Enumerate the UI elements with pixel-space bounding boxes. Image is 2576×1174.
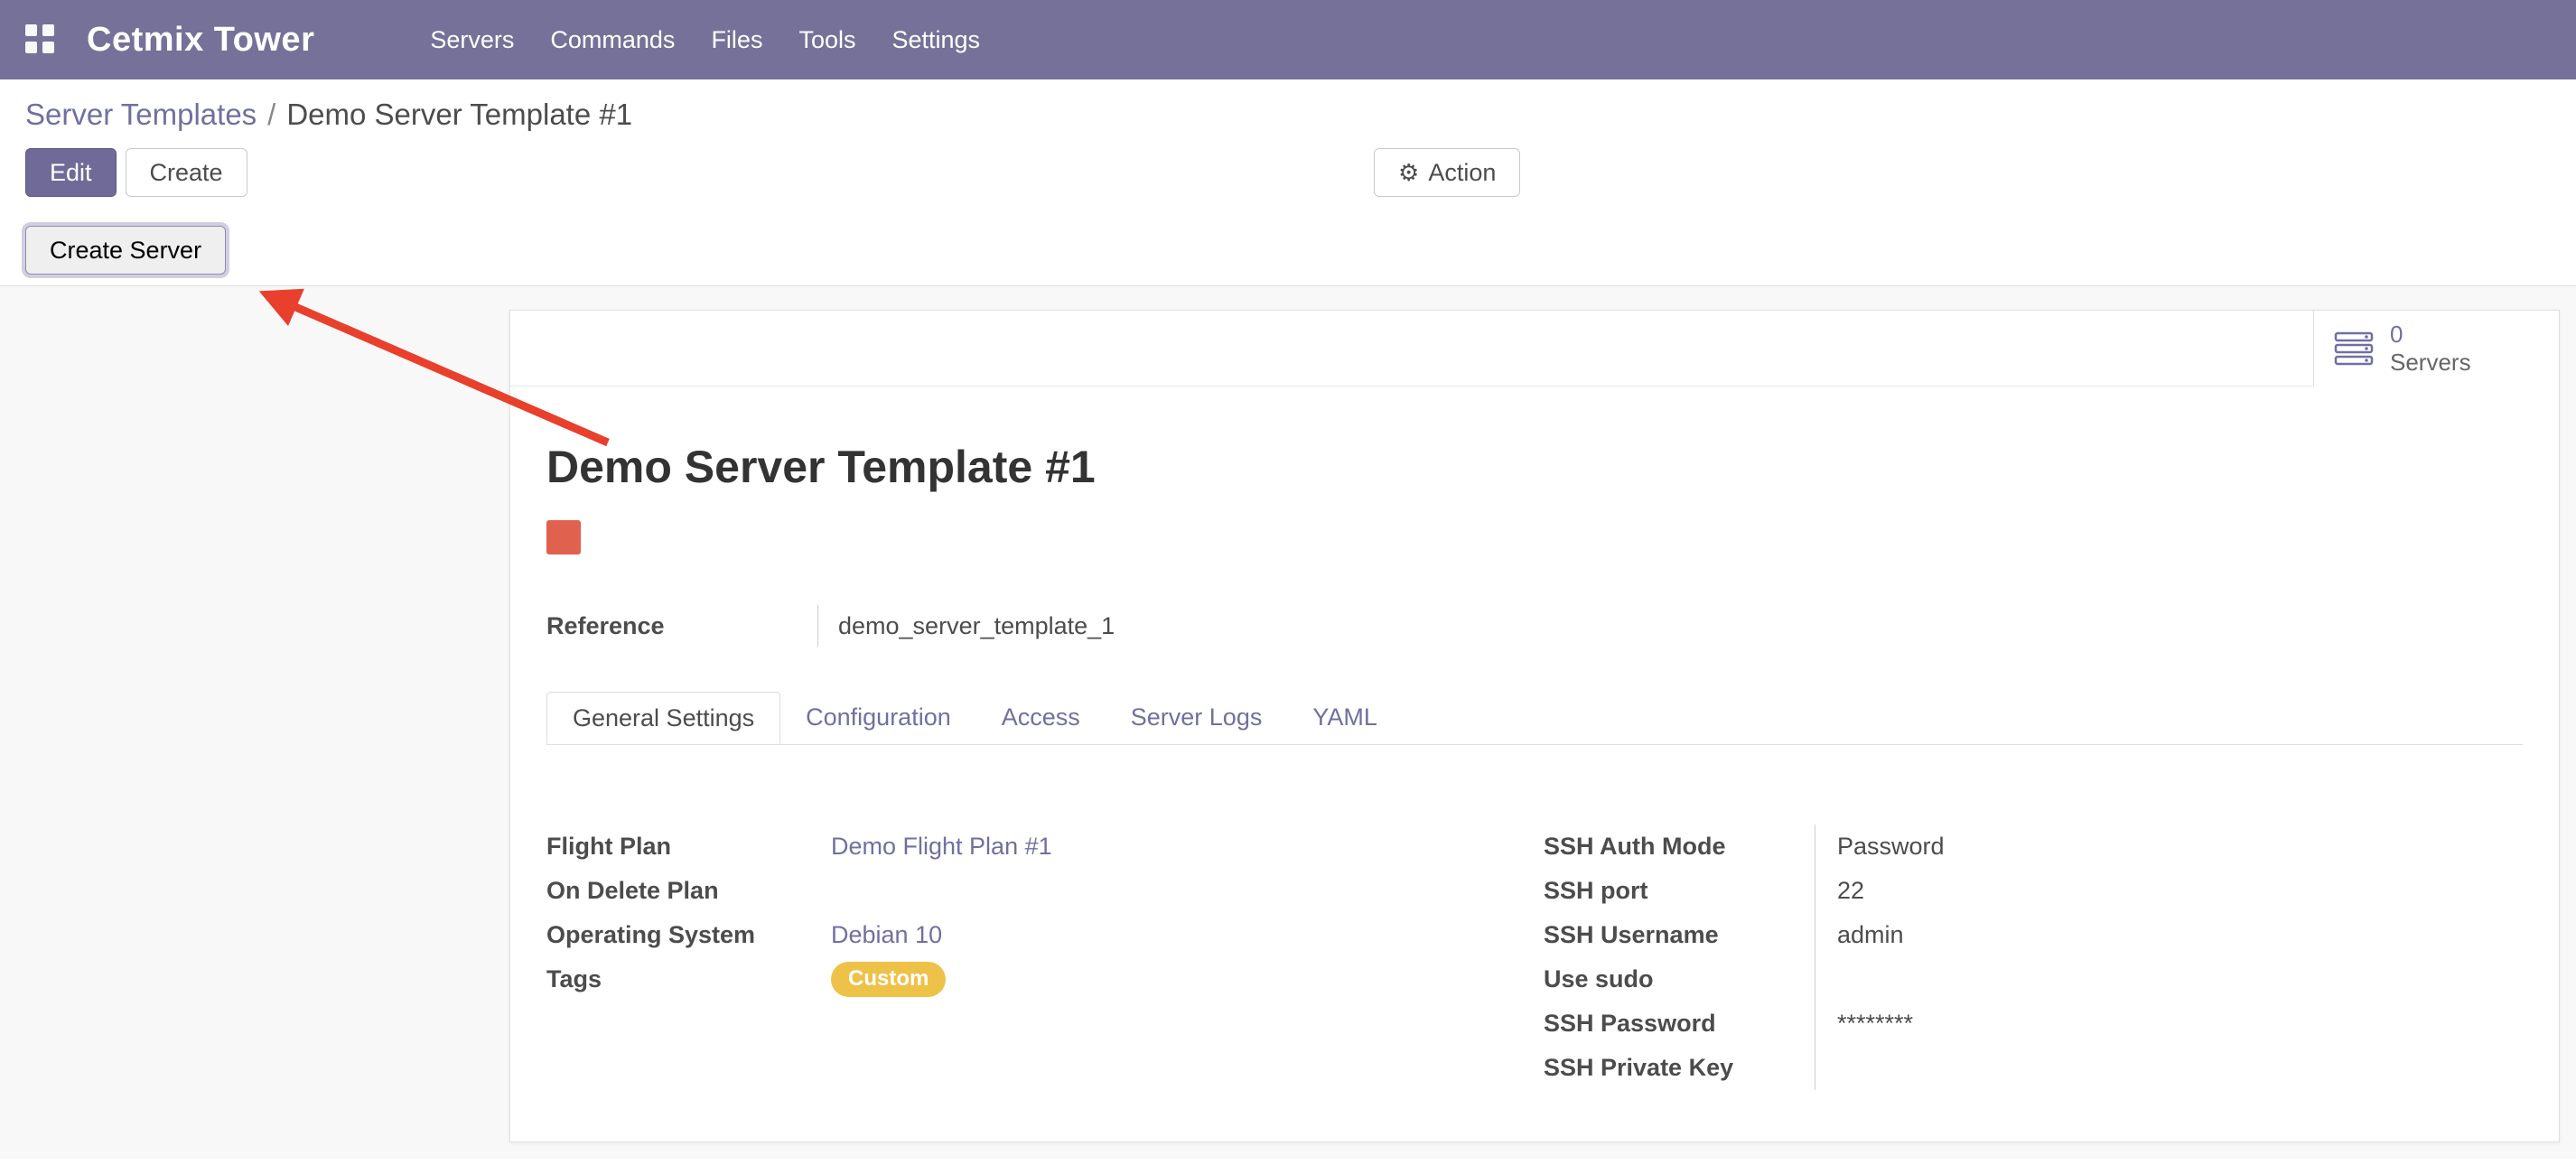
field-value-flight-plan[interactable]: Demo Flight Plan #1 [831,833,1052,861]
tab-general-settings[interactable]: General Settings [546,692,780,744]
record-title: Demo Server Template #1 [546,441,2523,493]
stat-label: Servers [2390,349,2471,377]
field-label-tags: Tags [546,957,831,1002]
color-swatch[interactable] [546,520,581,554]
field-label-use-sudo: Use sudo [1544,957,1815,1002]
field-groups: Flight Plan Demo Flight Plan #1 On Delet… [546,825,2523,1090]
menu-item-files[interactable]: Files [693,0,780,79]
field-row-ssh-auth-mode: SSH Auth Mode Password [1544,825,2523,869]
breadcrumb-separator: / [267,98,275,132]
field-row-ssh-private-key: SSH Private Key [1544,1046,2523,1090]
field-value-ssh-private-key[interactable] [1815,1046,2523,1090]
field-value-on-delete-plan[interactable] [831,869,1544,913]
field-group-right: SSH Auth Mode Password SSH port 22 SSH U… [1544,825,2523,1090]
create-server-button[interactable]: Create Server [25,226,226,275]
stat-value: 0 [2390,321,2471,349]
field-value-use-sudo[interactable] [1815,957,2523,1002]
field-value-ssh-port[interactable]: 22 [1815,869,2523,913]
field-label-flight-plan: Flight Plan [546,825,831,869]
apps-grid-icon[interactable] [25,24,56,55]
field-row-ssh-port: SSH port 22 [1544,869,2523,913]
sheet-body: Demo Server Template #1 Reference demo_s… [510,441,2559,1090]
tab-access[interactable]: Access [976,692,1106,744]
field-label-ssh-username: SSH Username [1544,913,1815,957]
action-button[interactable]: ⚙ Action [1374,148,1520,197]
form-sheet: 0 Servers Demo Server Template #1 Refere… [509,310,2560,1142]
object-actions-row: Create Server [25,226,2551,275]
field-row-flight-plan: Flight Plan Demo Flight Plan #1 [546,825,1544,869]
main-menu: Servers Commands Files Tools Settings [412,0,998,79]
tab-server-logs[interactable]: Server Logs [1106,692,1288,744]
tag-badge-custom[interactable]: Custom [831,962,946,997]
menu-item-servers[interactable]: Servers [412,0,532,79]
field-value-ssh-auth-mode[interactable]: Password [1815,825,2523,869]
field-row-ssh-password: SSH Password ******** [1544,1002,2523,1046]
top-navbar: Cetmix Tower Servers Commands Files Tool… [0,0,2576,79]
field-row-on-delete-plan: On Delete Plan [546,869,1544,913]
action-button-label: Action [1428,159,1496,187]
menu-item-commands[interactable]: Commands [532,0,693,79]
field-label-ssh-private-key: SSH Private Key [1544,1046,1815,1090]
field-row-tags: Tags Custom [546,957,1544,1002]
field-label-ssh-port: SSH port [1544,869,1815,913]
page: Cetmix Tower Servers Commands Files Tool… [0,0,2576,1174]
field-label-ssh-auth-mode: SSH Auth Mode [1544,825,1815,869]
edit-button[interactable]: Edit [25,148,117,197]
reference-field-value[interactable]: demo_server_template_1 [817,605,1115,647]
content-area: 0 Servers Demo Server Template #1 Refere… [0,286,2576,1159]
menu-item-settings[interactable]: Settings [873,0,998,79]
reference-field-row: Reference demo_server_template_1 [546,605,2523,647]
app-brand[interactable]: Cetmix Tower [87,21,314,60]
tab-configuration[interactable]: Configuration [780,692,976,744]
field-label-ssh-password: SSH Password [1544,1002,1815,1046]
stat-text: 0 Servers [2390,321,2471,377]
create-button[interactable]: Create [126,148,247,197]
field-label-operating-system: Operating System [546,913,831,957]
control-panel: Server Templates / Demo Server Template … [0,79,2576,286]
breadcrumb-current: Demo Server Template #1 [286,98,632,132]
button-box-strip: 0 Servers [510,311,2559,387]
reference-field-label: Reference [546,605,817,647]
gear-icon: ⚙ [1398,161,1419,184]
field-row-operating-system: Operating System Debian 10 [546,913,1544,957]
field-value-operating-system[interactable]: Debian 10 [831,921,942,949]
breadcrumb: Server Templates / Demo Server Template … [25,98,2551,132]
notebook-tabs: General Settings Configuration Access Se… [546,692,2523,745]
breadcrumb-parent-link[interactable]: Server Templates [25,98,257,132]
field-row-ssh-username: SSH Username admin [1544,913,2523,957]
menu-item-tools[interactable]: Tools [780,0,873,79]
field-value-ssh-password[interactable]: ******** [1815,1002,2523,1046]
servers-stat-button[interactable]: 0 Servers [2313,311,2559,387]
field-label-on-delete-plan: On Delete Plan [546,869,831,913]
servers-icon [2334,331,2375,367]
tab-yaml[interactable]: YAML [1287,692,1403,744]
field-group-left: Flight Plan Demo Flight Plan #1 On Delet… [546,825,1544,1090]
field-row-use-sudo: Use sudo [1544,957,2523,1002]
control-panel-buttons: Edit Create ⚙ Action [25,148,2551,197]
field-value-ssh-username[interactable]: admin [1815,913,2523,957]
